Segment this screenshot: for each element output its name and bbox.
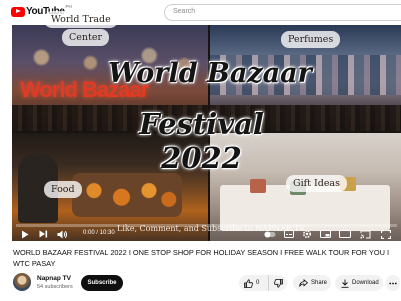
label-center: Center (62, 29, 109, 46)
label-gift-ideas: Gift Ideas (286, 175, 347, 192)
youtube-play-icon (11, 6, 25, 17)
captions-icon (284, 230, 294, 238)
video-title: WORLD BAZAAR FESTIVAL 2022 I ONE STOP SH… (13, 248, 390, 268)
food-tray (72, 173, 182, 217)
next-icon (39, 230, 47, 238)
player-controls: 0:00 / 10:30 (12, 227, 401, 241)
download-label: Download (352, 280, 379, 286)
search-placeholder: Search (173, 8, 196, 15)
share-icon (299, 279, 308, 287)
like-button[interactable]: 0 (239, 275, 268, 291)
more-horizontal-icon (389, 282, 397, 284)
miniplayer-icon (320, 230, 331, 238)
toggle-icon (264, 231, 276, 237)
cast-icon (360, 230, 371, 239)
label-perfumes: Perfumes (281, 31, 341, 48)
download-icon (341, 279, 349, 288)
thumbs-down-icon (273, 278, 283, 288)
fullscreen-button[interactable] (380, 227, 391, 241)
theater-mode-button[interactable] (339, 227, 351, 241)
share-button[interactable]: Share (293, 275, 331, 291)
dislike-button[interactable] (268, 275, 287, 291)
play-icon (22, 230, 29, 238)
gift-box (250, 179, 266, 193)
label-food: Food (44, 181, 82, 198)
subscriber-count: 54 subscribers (37, 284, 73, 290)
time-display: 0:00 / 10:30 (83, 230, 115, 236)
channel-name[interactable]: Napnap TV (37, 275, 71, 282)
miniplayer-button[interactable] (320, 227, 331, 241)
autoplay-toggle[interactable] (264, 227, 276, 241)
label-world-trade: World Trade (44, 11, 118, 28)
search-input[interactable]: Search (164, 4, 401, 21)
channel-avatar[interactable] (13, 273, 31, 291)
overlay-title-line1: World Bazaar (108, 58, 312, 89)
subtitles-button[interactable] (284, 227, 294, 241)
subscribe-button[interactable]: Subscribe (81, 275, 123, 291)
logo-country-code: PH (65, 4, 72, 9)
volume-icon (57, 230, 67, 238)
overlay-title-line2: Festival 2022 (139, 107, 264, 175)
thumbs-up-icon (244, 278, 253, 288)
next-button[interactable] (38, 227, 48, 241)
play-button[interactable] (20, 227, 30, 241)
gear-icon (302, 229, 312, 239)
more-actions-button[interactable] (386, 275, 400, 291)
like-count: 0 (256, 280, 260, 286)
share-label: Share (311, 280, 328, 286)
fullscreen-icon (380, 229, 391, 239)
volume-button[interactable] (56, 227, 68, 241)
download-button[interactable]: Download (335, 275, 383, 291)
theater-icon (339, 230, 351, 238)
settings-button[interactable] (302, 227, 312, 241)
cast-button[interactable] (360, 227, 371, 241)
